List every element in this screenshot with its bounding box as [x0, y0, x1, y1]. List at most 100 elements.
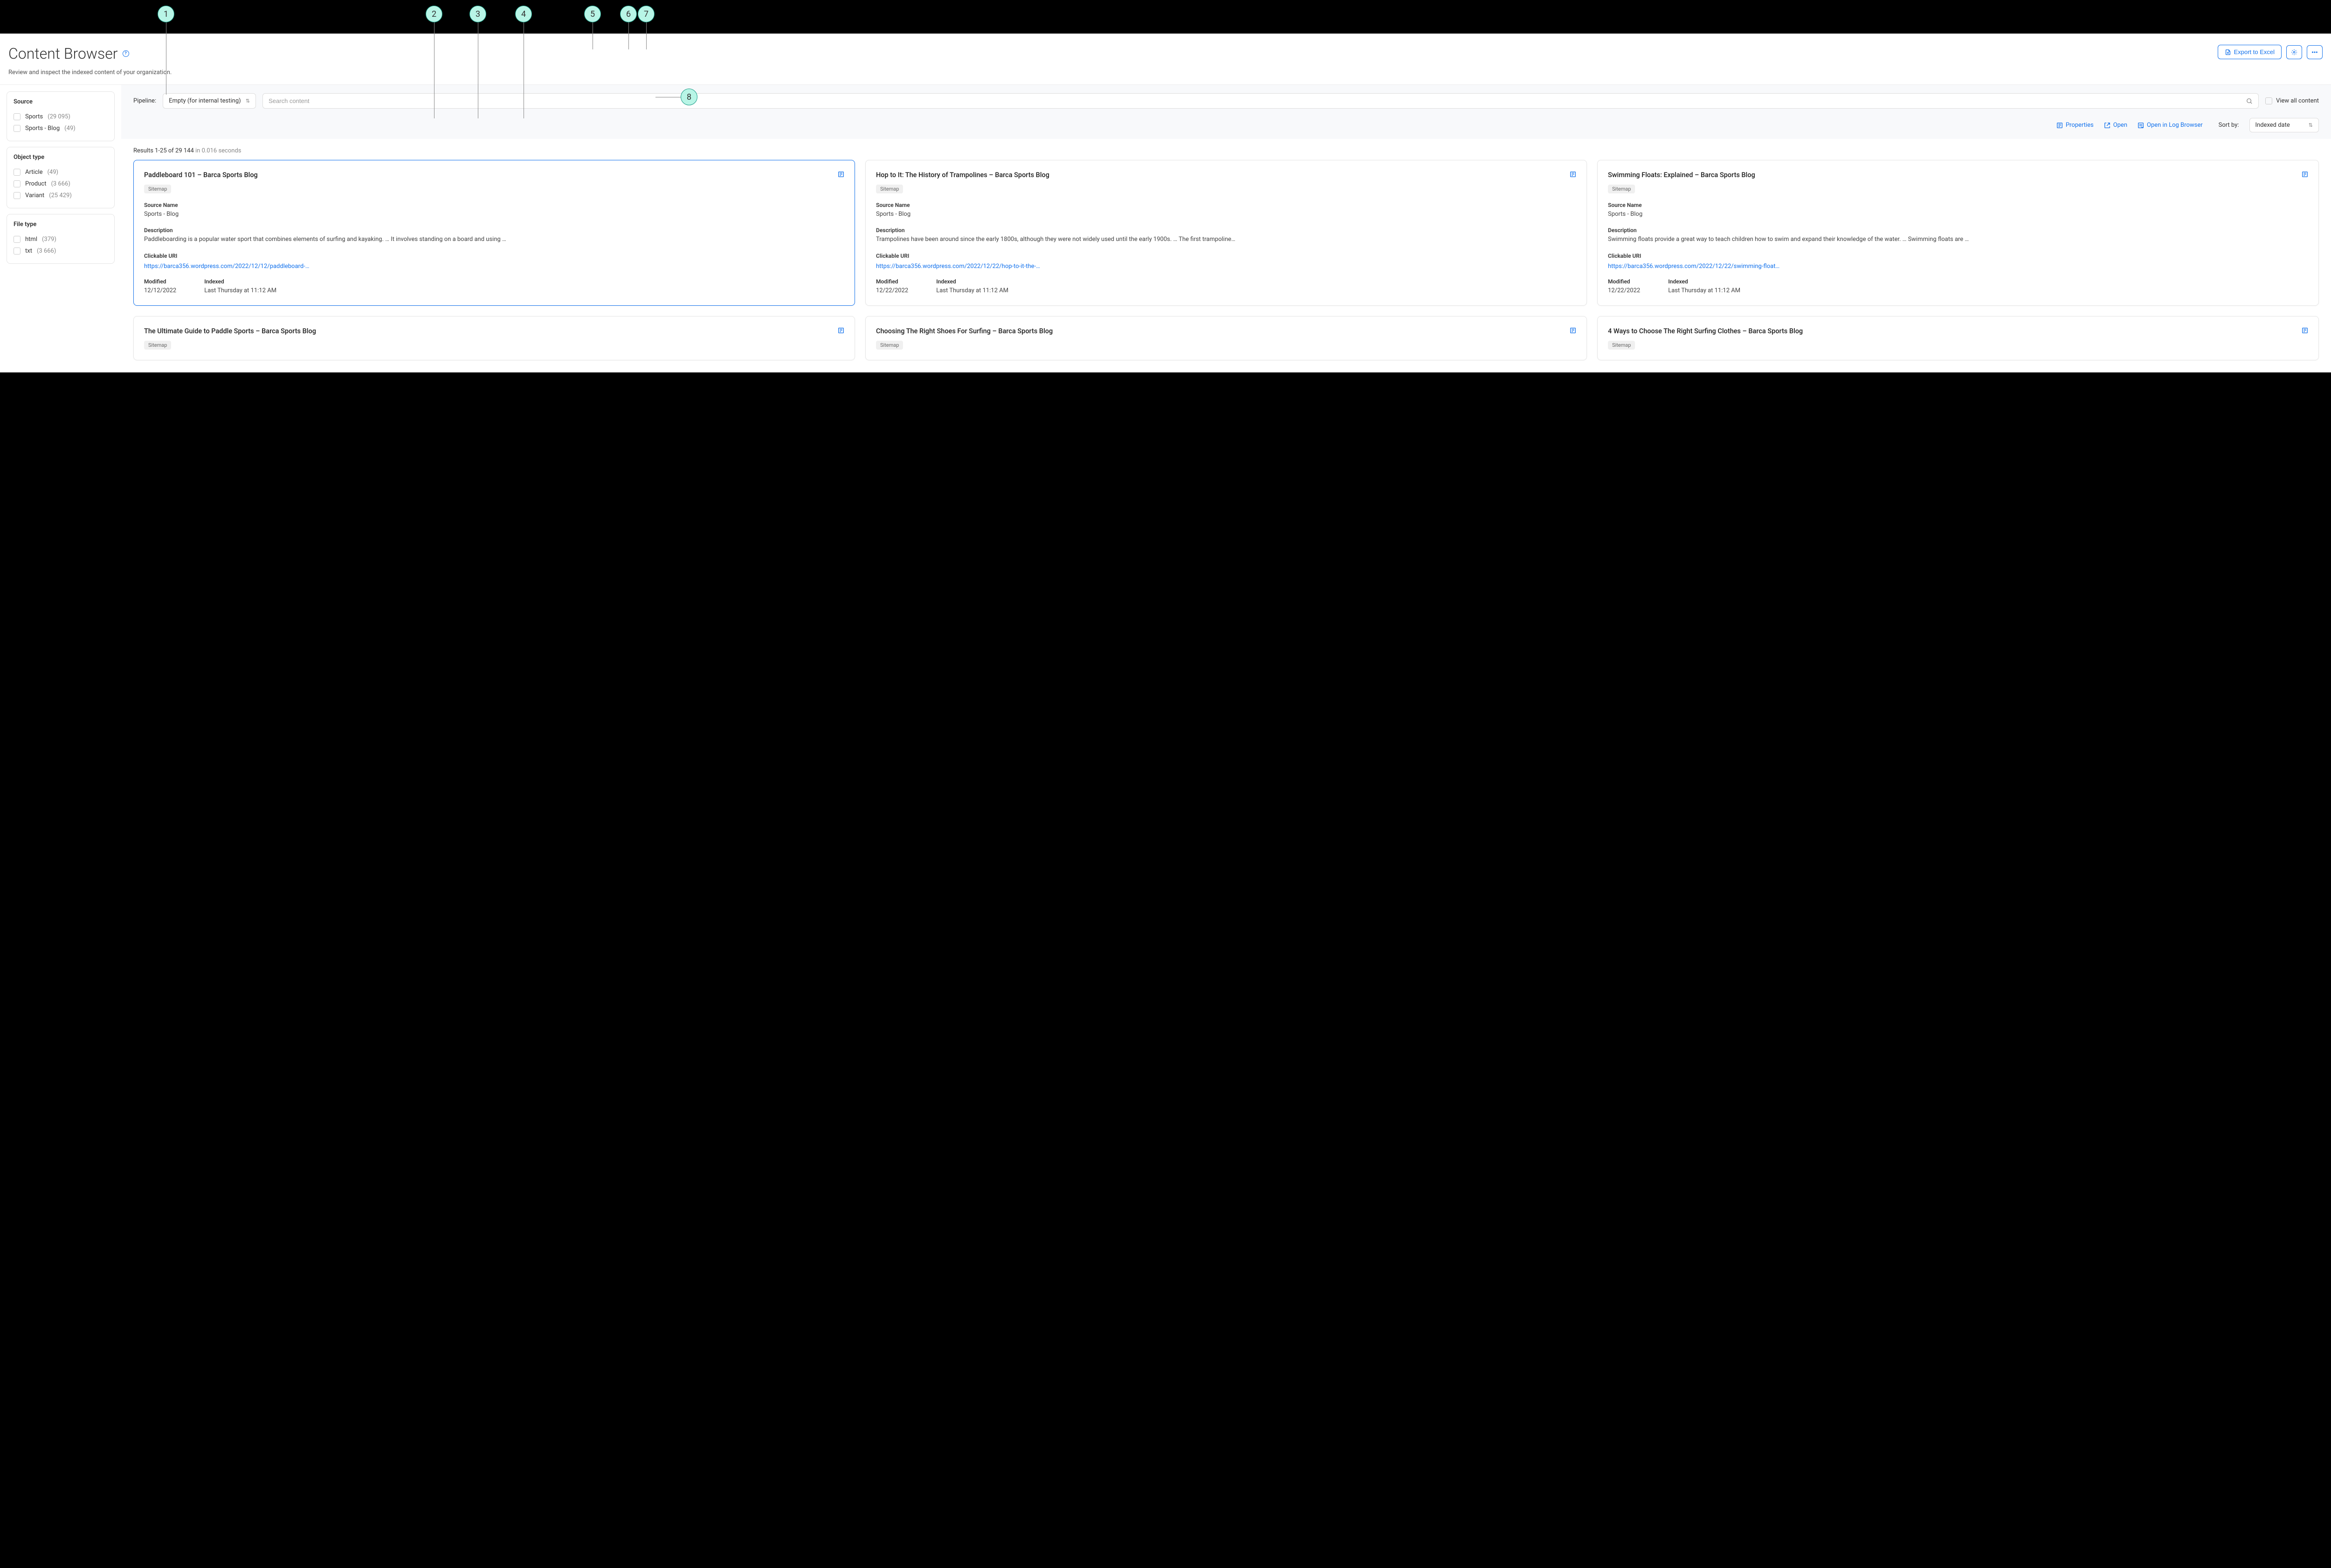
source-name-value: Sports - Blog — [876, 210, 1576, 219]
properties-action[interactable]: Properties — [2056, 122, 2094, 129]
facet-label: Article — [25, 169, 42, 176]
quickview-icon[interactable] — [838, 327, 844, 336]
facet-title: Object type — [14, 154, 108, 161]
facet-checkbox[interactable] — [14, 236, 21, 243]
uri-label: Clickable URI — [876, 253, 1576, 259]
callout-5: 5 — [584, 6, 601, 22]
callout-line-6 — [628, 22, 629, 49]
uri-link[interactable]: https://barca356.wordpress.com/2022/12/2… — [876, 263, 1040, 270]
view-all-toggle[interactable]: View all content — [2265, 97, 2319, 104]
facet-checkbox[interactable] — [14, 125, 21, 132]
facet-box: File type html(379) txt (3 666) — [7, 214, 115, 264]
indexed-label: Indexed — [1668, 278, 1740, 285]
facet-item[interactable]: Product (3 666) — [14, 178, 108, 190]
facet-label: Sports - Blog — [25, 125, 60, 132]
more-button[interactable] — [2307, 45, 2323, 59]
facet-title: File type — [14, 221, 108, 228]
description-label: Description — [1608, 227, 2308, 234]
result-card[interactable]: Paddleboard 101 – Barca Sports BlogSitem… — [133, 160, 855, 306]
facet-count: (25 429) — [49, 192, 72, 199]
facet-count: (3 666) — [51, 180, 70, 187]
result-card[interactable]: The Ultimate Guide to Paddle Sports – Ba… — [133, 316, 855, 360]
page-subtitle: Review and inspect the indexed content o… — [8, 69, 172, 76]
facet-checkbox[interactable] — [14, 180, 21, 187]
description-value: Paddleboarding is a popular water sport … — [144, 235, 844, 244]
facet-label: Variant — [25, 192, 44, 199]
chevron-updown-icon: ⇅ — [246, 98, 250, 104]
source-name-label: Source Name — [876, 202, 1576, 208]
pipeline-label: Pipeline: — [133, 97, 156, 104]
results-grid: Paddleboard 101 – Barca Sports Blog Sitem… — [121, 160, 2331, 372]
sort-select[interactable]: Indexed date ⇅ — [2249, 118, 2319, 132]
callout-6: 6 — [620, 6, 637, 22]
quickview-icon[interactable] — [1570, 171, 1576, 179]
callout-7: 7 — [638, 6, 655, 22]
facet-label: Product — [25, 180, 46, 187]
export-icon — [2225, 49, 2231, 55]
open-log-browser-action[interactable]: Open in Log Browser — [2138, 122, 2203, 129]
facet-item[interactable]: Sports(29 095) — [14, 111, 108, 123]
description-value: Swimming floats provide a great way to t… — [1608, 235, 2308, 244]
facet-checkbox[interactable] — [14, 113, 21, 120]
card-badge: Sitemap — [1608, 185, 1635, 193]
facet-checkbox[interactable] — [14, 248, 21, 254]
modified-label: Modified — [1608, 278, 1640, 285]
result-card[interactable]: 4 Ways to Choose The Right Surfing Cloth… — [1597, 316, 2319, 360]
search-input[interactable] — [269, 97, 2246, 104]
sort-label: Sort by: — [2219, 122, 2239, 129]
export-button[interactable]: Export to Excel — [2218, 45, 2282, 59]
card-badge: Sitemap — [876, 341, 903, 350]
facet-item[interactable]: txt (3 666) — [14, 245, 108, 257]
facet-item[interactable]: Article (49) — [14, 166, 108, 178]
content-area: Pipeline: Empty (for internal testing) ⇅… — [121, 84, 2331, 372]
card-title: Paddleboard 101 – Barca Sports Blog — [144, 171, 258, 180]
search-icon[interactable] — [2246, 98, 2253, 104]
gear-icon — [2291, 49, 2297, 55]
result-card[interactable]: Choosing The Right Shoes For Surfing – B… — [865, 316, 1587, 360]
result-card[interactable]: Hop to It: The History of Trampolines – … — [865, 160, 1587, 306]
uri-link[interactable]: https://barca356.wordpress.com/2022/12/1… — [144, 263, 309, 270]
settings-button[interactable] — [2286, 45, 2302, 59]
facet-count: (49) — [47, 169, 58, 176]
indexed-value: Last Thursday at 11:12 AM — [936, 287, 1008, 295]
uri-link[interactable]: https://barca356.wordpress.com/2022/12/2… — [1608, 263, 1779, 270]
indexed-label: Indexed — [204, 278, 276, 285]
header-actions: Export to Excel — [2218, 45, 2323, 59]
card-title: The Ultimate Guide to Paddle Sports – Ba… — [144, 327, 316, 336]
quickview-icon[interactable] — [2302, 171, 2308, 179]
quickview-icon[interactable] — [838, 171, 844, 179]
view-all-label: View all content — [2276, 97, 2319, 104]
facet-item[interactable]: Sports - Blog(49) — [14, 123, 108, 134]
callout-line-7 — [646, 22, 647, 49]
facet-item[interactable]: Variant (25 429) — [14, 190, 108, 201]
card-badge: Sitemap — [144, 341, 171, 350]
description-label: Description — [876, 227, 1576, 234]
facet-box: SourceSports(29 095)Sports - Blog(49) — [7, 91, 115, 141]
facet-checkbox[interactable] — [14, 192, 21, 199]
card-badge: Sitemap — [1608, 341, 1635, 350]
uri-label: Clickable URI — [1608, 253, 2308, 259]
callout-2: 2 — [426, 6, 442, 22]
facet-item[interactable]: html(379) — [14, 234, 108, 245]
card-badge: Sitemap — [876, 185, 903, 193]
indexed-label: Indexed — [936, 278, 1008, 285]
pipeline-select[interactable]: Empty (for internal testing) ⇅ — [163, 93, 256, 109]
help-icon[interactable]: ? — [123, 50, 129, 57]
facet-count: (3 666) — [37, 248, 56, 254]
uri-label: Clickable URI — [144, 253, 844, 259]
log-browser-icon — [2138, 122, 2144, 129]
facets-sidebar: SourceSports(29 095)Sports - Blog(49)Obj… — [0, 84, 121, 372]
indexed-value: Last Thursday at 11:12 AM — [1668, 287, 1740, 295]
facet-label: txt — [25, 248, 32, 254]
quickview-icon[interactable] — [1570, 327, 1576, 336]
description-value: Trampolines have been around since the e… — [876, 235, 1576, 244]
quickview-icon[interactable] — [2302, 327, 2308, 336]
search-box[interactable] — [262, 93, 2259, 109]
indexed-value: Last Thursday at 11:12 AM — [204, 287, 276, 295]
view-all-checkbox[interactable] — [2265, 97, 2272, 104]
result-card[interactable]: Swimming Floats: Explained – Barca Sport… — [1597, 160, 2319, 306]
callout-8: 8 — [681, 89, 697, 105]
open-action[interactable]: Open — [2104, 122, 2127, 129]
facet-checkbox[interactable] — [14, 169, 21, 176]
results-summary: Results 1-25 of 29 144 in 0.016 seconds — [121, 139, 2331, 160]
